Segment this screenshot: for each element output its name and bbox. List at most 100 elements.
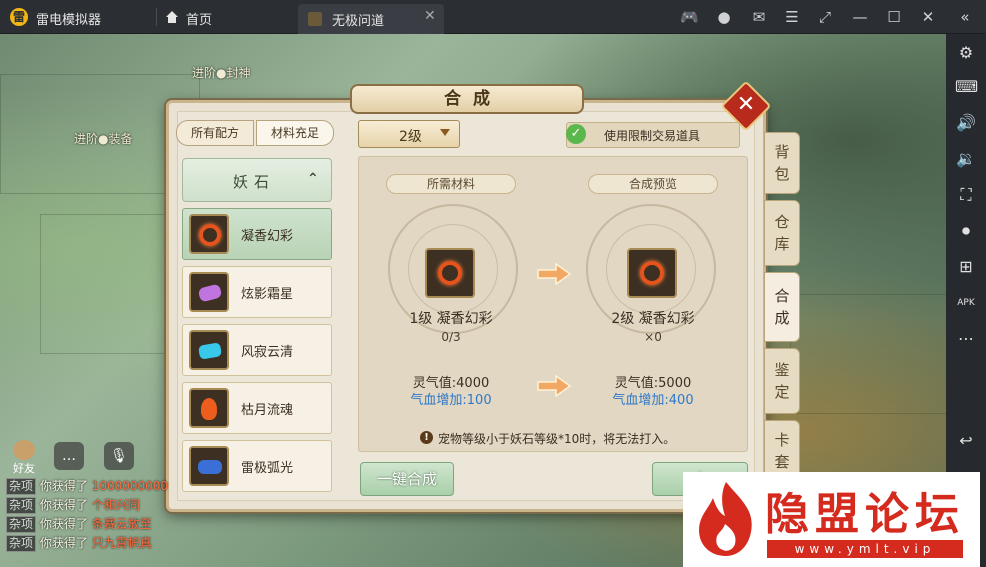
home-tab-label[interactable]: 首页 [186,9,212,28]
level-select-value: 2级 [399,129,422,145]
chat-text: 你获得了 [39,536,88,550]
minimize-icon[interactable]: — [851,8,869,26]
tab-appraise[interactable]: 鉴定 [764,348,800,414]
chat-channel-tag[interactable]: 杂项 [6,535,37,552]
mail-icon[interactable]: ✉ [750,8,768,26]
friend-label: 好友 [13,462,35,475]
back-icon[interactable]: ↩ [955,430,977,452]
ground-tile [790,294,946,414]
chat-line: 杂项 你获得了 只九霄帜真 [6,534,152,552]
chat-extra: 1000000000 [91,479,169,493]
keyboard-icon[interactable]: ⌨ [955,76,978,98]
chat-line: 杂项 你获得了 个和兴同 [6,496,140,514]
close-icon[interactable]: ✕ [735,91,757,119]
close-icon[interactable]: ✕ [919,8,937,26]
watermark: 隐盟论坛 www.ymlt.vip [683,472,980,567]
materials-tag: 所需材料 [386,174,516,194]
material-count: 0/3 [441,330,461,344]
tab-card-sleeve[interactable]: 卡套 [764,420,800,480]
chat-line: 杂项 你获得了 条赛云放至 [6,515,152,533]
dialog-title-plate: 合成 [350,84,584,114]
fullscreen-icon[interactable]: ⤢ [816,8,834,26]
category-label: 妖石 [233,173,276,191]
dropdown-arrow-icon[interactable] [440,129,450,136]
tab-synthesis-label: 合成 [774,287,790,327]
tab-storage-label: 仓库 [774,213,790,253]
warning-icon: ! [420,431,433,444]
watermark-title: 隐盟论坛 [765,489,965,540]
emulator-titlebar: 雷 雷电模拟器 首页 无极问道 ✕ 🎮 ● ✉ ☰ ⤢ — ☐ ✕ « [0,0,986,34]
gamepad-icon[interactable]: 🎮 [680,8,699,26]
world-label[interactable]: 进阶●装备 [74,130,132,147]
material-slot[interactable] [425,248,475,298]
tab-bag-label: 背包 [774,143,790,183]
material-name: 1级 凝香幻彩 [409,311,493,327]
item-label: 风寂云清 [241,345,294,360]
add-app-icon[interactable]: ⊞ [955,256,977,278]
tab-all-recipes[interactable]: 所有配方 [176,120,254,146]
friend-avatar-icon [13,440,35,460]
titlebar-divider [156,8,157,26]
app-logo-icon: 雷 [10,8,28,26]
menu-icon[interactable]: ☰ [783,8,801,26]
item-label: 凝香幻彩 [241,229,294,244]
chat-channel-tag[interactable]: 杂项 [6,497,37,514]
chevron-up-icon: ⌃ [307,171,319,187]
tab-storage[interactable]: 仓库 [764,200,800,266]
dialog-title: 合成 [444,89,502,109]
chat-text: 你获得了 [39,479,88,493]
gem-icon [189,214,229,254]
recipe-filter-tabs: 所有配方 材料充足 [176,120,336,148]
arrow-right-icon [537,374,572,398]
tab-appraise-label: 鉴定 [774,361,790,401]
result-count: ×0 [644,330,662,344]
screenshot-icon[interactable]: ⛶ [955,184,977,206]
gem-icon [189,330,229,370]
gem-icon [189,272,229,312]
tab-game-label: 无极问道 [332,14,385,29]
volume-down-icon[interactable]: 🔉 [955,148,977,170]
tab-bag[interactable]: 背包 [764,132,800,194]
warning-text: 宠物等级小于妖石等级*10时，将无法打入。 [438,432,676,446]
home-icon[interactable] [165,10,179,24]
volume-up-icon[interactable]: 🔊 [955,112,977,134]
tab-enough-materials[interactable]: 材料充足 [256,120,334,146]
more-icon[interactable]: ⋯ [955,328,977,350]
chat-extra: 只九霄帜真 [91,536,152,550]
result-slot[interactable] [627,248,677,298]
list-item[interactable]: 炫影霜星 [182,266,332,318]
tab-close-icon[interactable]: ✕ [424,8,436,24]
flame-logo-icon [699,482,752,556]
list-item[interactable]: 风寂云清 [182,324,332,376]
tab-game[interactable]: 无极问道 ✕ [298,4,444,34]
category-header[interactable]: 妖石 ⌃ [182,158,332,202]
list-item[interactable]: 枯月流魂 [182,382,332,434]
record-icon[interactable]: ⏺ [955,220,977,242]
friend-button[interactable]: 好友 [6,440,42,475]
microphone-icon[interactable]: 🎙 [104,442,134,470]
collapse-icon[interactable]: « [956,8,974,26]
settings-icon[interactable]: ⚙ [955,42,977,64]
ground-tile [40,214,170,354]
tab-synthesis[interactable]: 合成 [764,272,800,342]
chat-channel-tag[interactable]: 杂项 [6,478,37,495]
app-title: 雷电模拟器 [36,13,102,28]
item-label: 枯月流魂 [241,403,294,418]
world-label[interactable]: 进阶●封神 [192,64,250,81]
list-item[interactable]: 雷极弧光 [182,440,332,492]
restricted-items-label[interactable]: 使用限制交易道具 [604,127,700,144]
watermark-url: www.ymlt.vip [767,540,963,558]
maximize-icon[interactable]: ☐ [885,8,903,26]
apk-icon[interactable]: APK [955,292,977,314]
one-key-synth-button[interactable]: 一键合成 [360,462,454,496]
check-icon[interactable]: ✓ [566,124,586,144]
chat-extra: 个和兴同 [91,498,140,512]
gem-icon [189,388,229,428]
chat-channel-tag[interactable]: 杂项 [6,516,37,533]
chat-bubble-icon[interactable]: … [54,442,84,470]
user-icon[interactable]: ● [715,8,733,26]
list-item[interactable]: 凝香幻彩 [182,208,332,260]
chat-text: 你获得了 [39,517,88,531]
preview-tag: 合成预览 [588,174,718,194]
arrow-right-icon [537,262,572,286]
